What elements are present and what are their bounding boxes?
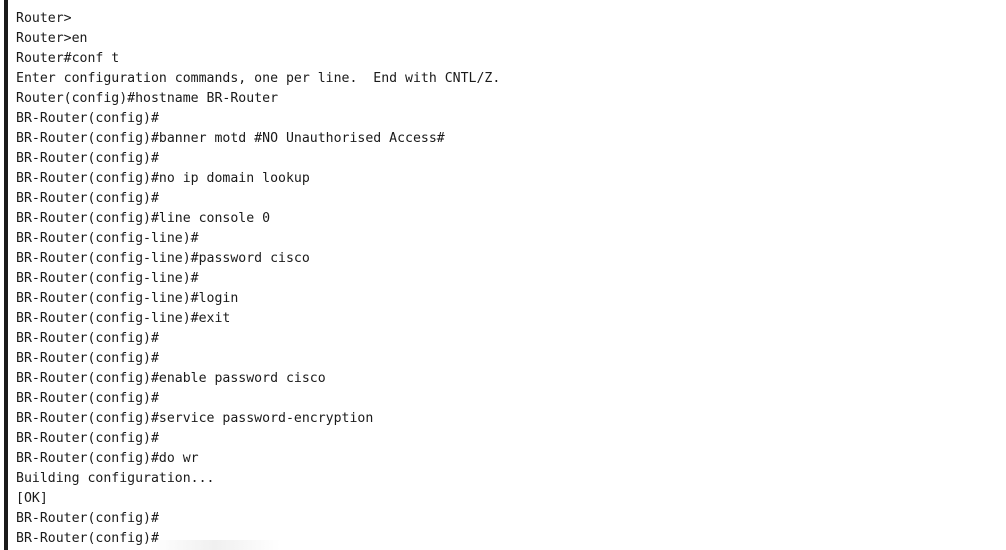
terminal-line: BR-Router(config)#: [16, 351, 159, 366]
terminal-line: Enter configuration commands, one per li…: [16, 71, 501, 86]
terminal-line: BR-Router(config)#: [16, 331, 159, 346]
terminal-line: BR-Router(config-line)#login: [16, 291, 239, 306]
terminal-line: BR-Router(config-line)#: [16, 231, 199, 246]
terminal-line: BR-Router(config)#: [16, 151, 159, 166]
terminal-line: BR-Router(config)#no ip domain lookup: [16, 171, 310, 186]
terminal-line: BR-Router(config-line)#password cisco: [16, 251, 310, 266]
terminal-line: BR-Router(config)#: [16, 511, 159, 526]
terminal-line: Building configuration...: [16, 471, 215, 486]
terminal-line: BR-Router(config)#: [16, 391, 159, 406]
terminal-output[interactable]: Router> Router>en Router#conf t Enter confi…: [16, 9, 500, 549]
terminal-line: [OK]: [16, 491, 48, 506]
terminal-line: BR-Router(config)#service password-encry…: [16, 411, 374, 426]
terminal-line: Router>en: [16, 31, 88, 46]
terminal-line: Router>: [16, 11, 72, 26]
terminal-line: BR-Router(config-line)#exit: [16, 311, 231, 326]
terminal-line: BR-Router(config)#banner motd #NO Unauth…: [16, 131, 445, 146]
terminal-left-border: [4, 0, 8, 550]
shadow-artifact: [150, 540, 280, 550]
terminal-line: Router(config)#hostname BR-Router: [16, 91, 279, 106]
terminal-line: Router#conf t: [16, 51, 120, 66]
terminal-line: BR-Router(config)#line console 0: [16, 211, 271, 226]
terminal-window[interactable]: Router> Router>en Router#conf t Enter confi…: [0, 0, 1006, 550]
terminal-line: BR-Router(config)#: [16, 431, 159, 446]
terminal-line: BR-Router(config)#do wr: [16, 451, 199, 466]
terminal-line: BR-Router(config)#enable password cisco: [16, 371, 326, 386]
terminal-line: BR-Router(config)#: [16, 191, 159, 206]
terminal-line: BR-Router(config)#: [16, 111, 159, 126]
terminal-line: BR-Router(config-line)#: [16, 271, 199, 286]
